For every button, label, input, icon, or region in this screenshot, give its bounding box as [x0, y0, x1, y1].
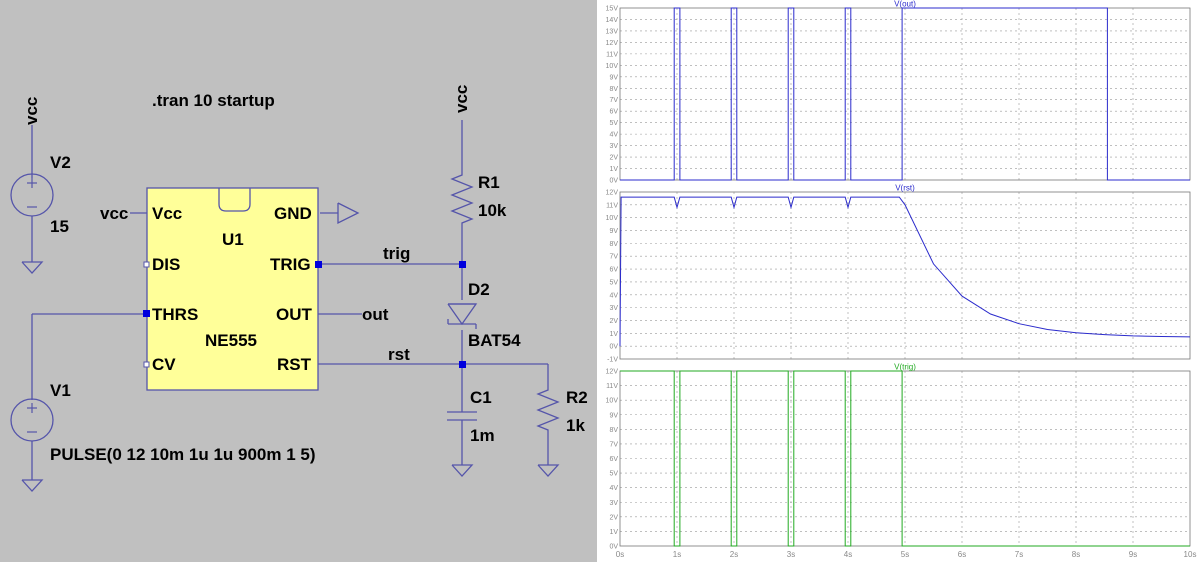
x-tick-label: 3s	[787, 550, 795, 559]
trace-title[interactable]: V(rst)	[895, 184, 915, 193]
y-tick-label: 6V	[609, 109, 618, 116]
trig-net-label: trig	[383, 244, 410, 263]
x-tick-label: 4s	[844, 550, 852, 559]
waveform-background	[600, 0, 1200, 562]
y-tick-label: 1V	[609, 331, 618, 338]
y-tick-label: 9V	[609, 228, 618, 235]
y-tick-label: 12V	[606, 40, 619, 47]
y-tick-label: 4V	[609, 485, 618, 492]
x-tick-label: 5s	[901, 550, 909, 559]
x-tick-label: 9s	[1129, 550, 1137, 559]
y-tick-label: 0V	[609, 178, 618, 185]
y-tick-label: 8V	[609, 427, 618, 434]
y-tick-label: 7V	[609, 97, 618, 104]
y-tick-label: 4V	[609, 132, 618, 139]
schematic-canvas[interactable]: .tran 10 startup vcc vcc V2 15 V1 PULSE(…	[0, 0, 597, 562]
vcc-net-label-top: vcc	[452, 85, 471, 113]
vcc-net-label-ic: vcc	[100, 204, 128, 223]
x-tick-label: 6s	[958, 550, 966, 559]
r1-name: R1	[478, 173, 500, 192]
pin-vcc-label: Vcc	[152, 204, 182, 223]
v2-value: 15	[50, 217, 69, 236]
x-tick-label: 8s	[1072, 550, 1080, 559]
pin-thrs-label: THRS	[152, 305, 198, 324]
y-tick-label: 13V	[606, 28, 619, 35]
r2-value: 1k	[566, 416, 585, 435]
pin-out-label: OUT	[276, 305, 313, 324]
c1-value: 1m	[470, 426, 495, 445]
y-tick-label: 10V	[606, 398, 619, 405]
pin-dis-label: DIS	[152, 255, 180, 274]
x-tick-label: 7s	[1015, 550, 1023, 559]
x-tick-label: 0s	[616, 550, 624, 559]
pin-rst-label: RST	[277, 355, 312, 374]
waveform-viewer[interactable]: 15V 14V 13V 12V 11V 10V 9V 8V 7V 6V 5V 4V 3V 2V 1V 0V V(…	[600, 0, 1200, 562]
v1-name: V1	[50, 381, 71, 400]
rst-net-label: rst	[388, 345, 410, 364]
y-tick-label: 1V	[609, 166, 618, 173]
r2-name: R2	[566, 388, 588, 407]
x-tick-label: 2s	[730, 550, 738, 559]
y-tick-label: 2V	[609, 514, 618, 521]
pin-cv-label: CV	[152, 355, 176, 374]
u1-model: NE555	[205, 331, 257, 350]
y-tick-label: 10V	[606, 63, 619, 70]
pin-gnd-label: GND	[274, 204, 312, 223]
v2-name: V2	[50, 153, 71, 172]
y-tick-label: 3V	[609, 143, 618, 150]
c1-name: C1	[470, 388, 492, 407]
y-tick-label: 11V	[606, 202, 618, 209]
out-net-label: out	[362, 305, 389, 324]
y-tick-label: 9V	[609, 412, 618, 419]
pin-trig-label: TRIG	[270, 255, 311, 274]
y-tick-label: 8V	[609, 86, 618, 93]
tran-directive[interactable]: .tran 10 startup	[152, 91, 275, 110]
d2-name: D2	[468, 280, 490, 299]
v1-value: PULSE(0 12 10m 1u 1u 900m 1 5)	[50, 445, 316, 464]
y-tick-label: 8V	[609, 241, 618, 248]
y-tick-label: 7V	[609, 254, 618, 261]
y-tick-label: 6V	[609, 456, 618, 463]
y-tick-label: 11V	[606, 383, 618, 390]
trace-title[interactable]: V(out)	[894, 0, 916, 9]
y-tick-label: 4V	[609, 292, 618, 299]
y-tick-label: 12V	[606, 369, 619, 376]
y-tick-label: 2V	[609, 318, 618, 325]
y-tick-label: 5V	[609, 120, 618, 127]
y-tick-label: 5V	[609, 471, 618, 478]
y-tick-label: -1V	[607, 357, 618, 364]
y-tick-label: 11V	[606, 51, 618, 58]
y-tick-label: 3V	[609, 305, 618, 312]
x-tick-label: 1s	[673, 550, 681, 559]
vcc-net-label-left: vcc	[22, 97, 41, 125]
y-tick-label: 9V	[609, 74, 618, 81]
y-tick-label: 0V	[609, 344, 618, 351]
y-tick-label: 14V	[606, 17, 619, 24]
y-tick-label: 2V	[609, 155, 618, 162]
y-tick-label: 1V	[609, 529, 618, 536]
y-tick-label: 12V	[606, 190, 619, 197]
y-tick-label: 7V	[609, 441, 618, 448]
y-tick-label: 15V	[606, 6, 619, 13]
d2-value: BAT54	[468, 331, 521, 350]
u1-name: U1	[222, 230, 244, 249]
x-tick-label: 10s	[1184, 550, 1197, 559]
y-tick-label: 5V	[609, 279, 618, 286]
y-tick-label: 3V	[609, 500, 618, 507]
y-tick-label: 10V	[606, 215, 619, 222]
y-tick-label: 6V	[609, 267, 618, 274]
r1-value: 10k	[478, 201, 507, 220]
trace-title[interactable]: V(trig)	[894, 363, 916, 372]
